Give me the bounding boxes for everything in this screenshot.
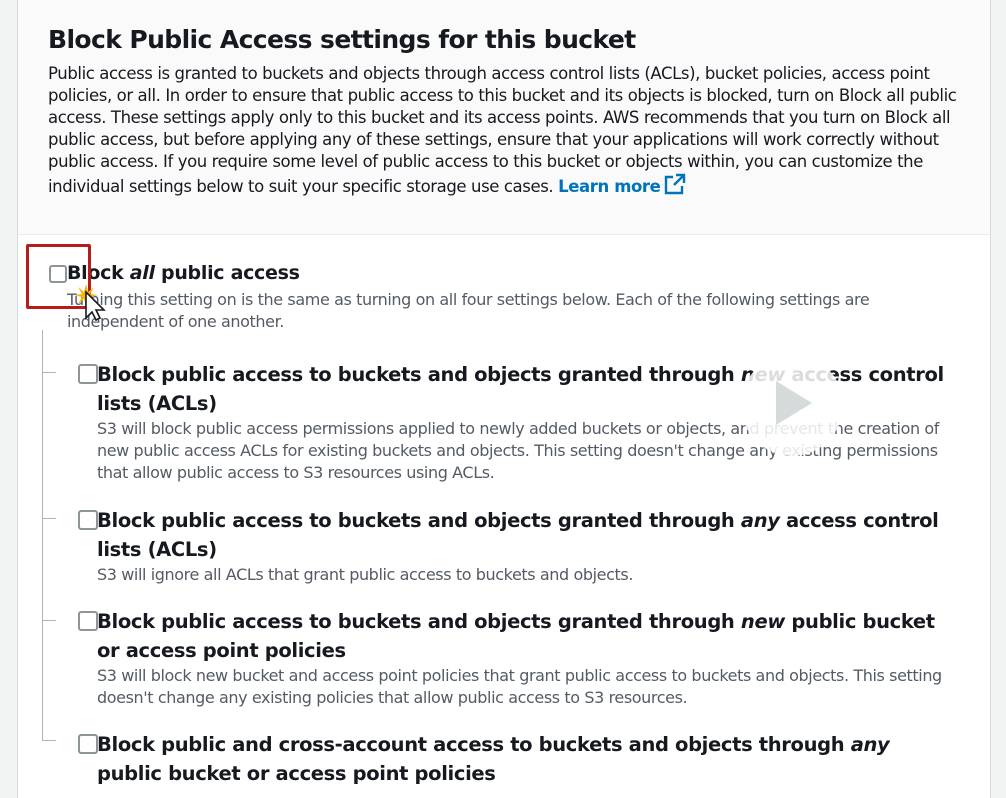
section-title: Block Public Access settings for this bu…: [48, 25, 636, 54]
panel-header: Block Public Access settings for this bu…: [18, 0, 990, 235]
external-link-icon: [664, 173, 686, 201]
block-all-description: Turning this setting on is the same as t…: [67, 290, 870, 331]
option-label-post: public bucket or access point policies: [97, 762, 496, 785]
description-text: Public access is granted to buckets and …: [48, 64, 957, 196]
section-description: Public access is granted to buckets and …: [48, 63, 978, 201]
tree-connector-tick: [42, 740, 56, 741]
block-all-label: Block all public access: [67, 262, 300, 284]
block-all-label-post: public access: [154, 262, 300, 284]
option-label-pre: Block public access to buckets and objec…: [97, 363, 741, 386]
play-icon: [770, 378, 814, 432]
option-label-pre: Block public access to buckets and objec…: [97, 610, 741, 633]
learn-more-label: Learn more: [558, 177, 661, 196]
option-label-pre: Block public access to buckets and objec…: [97, 509, 741, 532]
option-any-acls-description: S3 will ignore all ACLs that grant publi…: [97, 565, 634, 584]
option-label-em: new: [740, 610, 785, 633]
tree-connector-tick: [42, 372, 56, 373]
option-new-policies-label: Block public access to buckets and objec…: [97, 607, 957, 665]
option-new-acls-checkbox[interactable]: [78, 364, 98, 384]
tree-connector-tick: [42, 518, 56, 519]
option-label-pre: Block public and cross-account access to…: [97, 733, 851, 756]
option-any-policies-checkbox[interactable]: [78, 734, 98, 754]
option-any-policies-label: Block public and cross-account access to…: [97, 730, 957, 788]
mouse-pointer-icon: [74, 282, 108, 326]
option-label-em: any: [850, 733, 890, 756]
option-any-acls-label: Block public access to buckets and objec…: [97, 506, 957, 564]
tree-connector: [42, 330, 43, 740]
option-any-acls-checkbox[interactable]: [78, 510, 98, 530]
play-button[interactable]: [741, 354, 843, 456]
option-label-em: any: [740, 509, 780, 532]
option-new-policies-description: S3 will block new bucket and access poin…: [97, 666, 942, 707]
block-all-label-em: all: [129, 262, 155, 284]
option-new-policies-checkbox[interactable]: [78, 611, 98, 631]
learn-more-link[interactable]: Learn more: [558, 173, 686, 196]
tree-connector-tick: [42, 620, 56, 621]
